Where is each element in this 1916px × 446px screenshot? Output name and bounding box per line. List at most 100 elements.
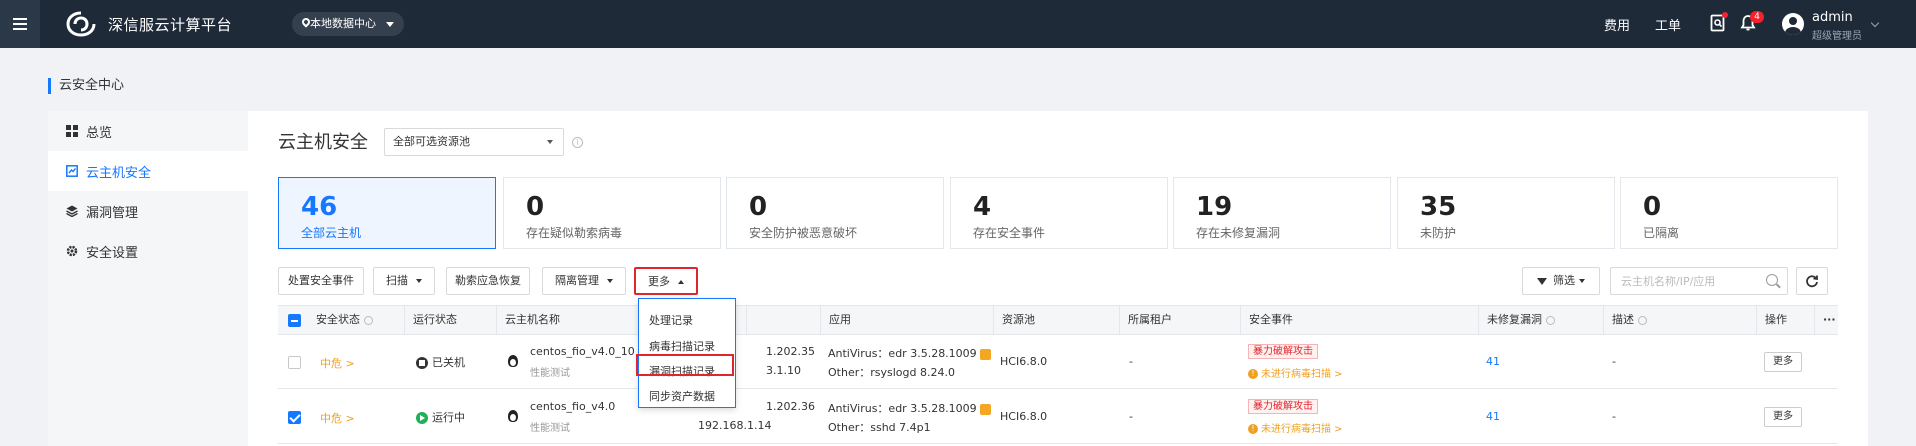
column-app[interactable]: 应用 bbox=[820, 306, 851, 334]
chevron-down-icon[interactable] bbox=[1870, 18, 1880, 28]
handle-events-button[interactable]: 处置安全事件 bbox=[278, 267, 364, 295]
stat-label: 存在疑似勒索病毒 bbox=[526, 226, 623, 240]
vuln-count-link[interactable]: 41 bbox=[1486, 410, 1500, 423]
funnel-icon bbox=[1537, 277, 1547, 285]
menu-item-sync-assets[interactable]: 同步资产数据 bbox=[649, 388, 715, 404]
row-more-button[interactable]: 更多 bbox=[1764, 352, 1802, 372]
sidebar-item-label: 云主机安全 bbox=[86, 165, 152, 181]
column-settings-ellipsis[interactable]: ··· bbox=[1814, 306, 1836, 334]
app-info: Other：sshd 7.4p1 bbox=[828, 421, 931, 434]
row-more-button[interactable]: 更多 bbox=[1764, 407, 1802, 427]
datacenter-label: 本地数据中心 bbox=[310, 17, 376, 30]
sidebar: 总览 云主机安全 漏洞管理 安全设置 bbox=[48, 111, 248, 446]
sidebar-item-label: 总览 bbox=[86, 125, 113, 141]
vm-name-link[interactable]: centos_fio_v4.0_10 bbox=[530, 345, 635, 358]
stat-value: 0 bbox=[749, 192, 768, 222]
stat-card-isolated[interactable]: 0 已隔离 bbox=[1620, 177, 1838, 249]
stat-card-ransomware[interactable]: 0 存在疑似勒索病毒 bbox=[503, 177, 721, 249]
table-row[interactable]: 中危 > 已关机 centos_fio_v4.0_10 性能测试 1.202.3… bbox=[278, 335, 1838, 389]
ransom-recovery-button[interactable]: 勒索应急恢复 bbox=[446, 267, 530, 295]
user-name[interactable]: admin bbox=[1812, 10, 1853, 25]
document-icon[interactable] bbox=[979, 403, 991, 415]
info-icon bbox=[1546, 315, 1555, 325]
column-label: 运行状态 bbox=[413, 313, 457, 326]
refresh-icon bbox=[1806, 275, 1818, 288]
column-label: 云主机名称 bbox=[505, 313, 560, 326]
search-icon[interactable] bbox=[1766, 274, 1778, 286]
app-title: 深信服云计算平台 bbox=[108, 16, 233, 34]
scan-warning-link[interactable]: ! 未进行病毒扫描 > bbox=[1248, 365, 1343, 380]
app-label: AntiVirus：edr 3.5.28.1009 bbox=[828, 347, 977, 360]
risk-level-link[interactable]: 中危 > bbox=[320, 410, 355, 426]
row-checkbox[interactable] bbox=[288, 356, 301, 369]
column-desc[interactable]: 描述 bbox=[1603, 306, 1647, 334]
user-role: 超级管理员 bbox=[1812, 31, 1862, 42]
resource-pool-value: 全部可选资源池 bbox=[393, 135, 470, 148]
sidebar-item-host-security[interactable]: 云主机安全 bbox=[48, 151, 248, 191]
run-status: 已关机 bbox=[416, 354, 465, 370]
column-vulns[interactable]: 未修复漏洞 bbox=[1478, 306, 1555, 334]
column-security-status[interactable]: 安全状态 bbox=[308, 306, 373, 334]
app-info: AntiVirus：edr 3.5.28.1009 bbox=[828, 345, 991, 361]
scan-warning-link[interactable]: ! 未进行病毒扫描 > bbox=[1248, 420, 1343, 435]
stat-value: 0 bbox=[1643, 192, 1662, 222]
button-label: 扫描 bbox=[386, 274, 408, 287]
stat-card-security-events[interactable]: 4 存在安全事件 bbox=[950, 177, 1168, 249]
event-tag[interactable]: 暴力破解攻击 bbox=[1248, 344, 1318, 359]
stat-card-protection-broken[interactable]: 0 安全防护被恶意破坏 bbox=[726, 177, 944, 249]
stat-card-all-hosts[interactable]: 46 全部云主机 bbox=[278, 177, 496, 249]
column-events[interactable]: 安全事件 bbox=[1240, 306, 1293, 334]
desc-value: - bbox=[1612, 410, 1616, 423]
app-label: AntiVirus：edr 3.5.28.1009 bbox=[828, 402, 977, 415]
table-header: 安全状态 运行状态 云主机名称 应用 资源池 所属租户 安全事件 未修复漏洞 描… bbox=[278, 305, 1838, 335]
page-title: 云主机安全 bbox=[278, 132, 368, 153]
tenant-value: - bbox=[1129, 410, 1133, 423]
pool-value: HCI6.8.0 bbox=[1000, 410, 1048, 423]
stat-label: 存在安全事件 bbox=[973, 226, 1046, 240]
stopped-icon bbox=[416, 357, 428, 369]
vuln-count-link[interactable]: 41 bbox=[1486, 355, 1500, 368]
menu-toggle-button[interactable] bbox=[0, 0, 40, 48]
ellipsis-icon: ··· bbox=[1823, 313, 1836, 326]
column-label: 应用 bbox=[829, 313, 851, 326]
isolation-button[interactable]: 隔离管理 bbox=[542, 267, 626, 295]
stat-card-unfixed-vulns[interactable]: 19 存在未修复漏洞 bbox=[1173, 177, 1391, 249]
select-all-checkbox[interactable] bbox=[288, 314, 301, 327]
run-status-label: 已关机 bbox=[432, 356, 465, 369]
search-input[interactable] bbox=[1610, 267, 1788, 295]
menu-item-virus-scan-records[interactable]: 病毒扫描记录 bbox=[649, 338, 715, 354]
cost-link[interactable]: 费用 bbox=[1604, 15, 1630, 34]
row-checkbox[interactable] bbox=[288, 411, 301, 424]
info-icon[interactable]: i bbox=[572, 137, 583, 148]
warning-label: 未进行病毒扫描 > bbox=[1261, 424, 1343, 435]
sidebar-item-overview[interactable]: 总览 bbox=[48, 111, 248, 151]
ticket-link[interactable]: 工单 bbox=[1655, 15, 1681, 34]
document-icon[interactable] bbox=[979, 348, 991, 360]
linux-icon bbox=[508, 410, 518, 422]
menu-item-handle-records[interactable]: 处理记录 bbox=[649, 312, 693, 328]
column-pool[interactable]: 资源池 bbox=[993, 306, 1035, 334]
column-vm-name[interactable]: 云主机名称 bbox=[496, 306, 560, 334]
resource-pool-select[interactable]: 全部可选资源池 bbox=[384, 128, 564, 156]
risk-level-link[interactable]: 中危 > bbox=[320, 355, 355, 371]
button-label: 处置安全事件 bbox=[288, 274, 354, 287]
column-label: 未修复漏洞 bbox=[1487, 313, 1542, 326]
avatar[interactable] bbox=[1782, 13, 1804, 35]
filter-button[interactable]: 筛选 bbox=[1522, 267, 1600, 295]
shield-host-icon bbox=[66, 165, 78, 177]
stat-card-unprotected[interactable]: 35 未防护 bbox=[1397, 177, 1615, 249]
warning-icon: ! bbox=[1248, 369, 1258, 379]
refresh-button[interactable] bbox=[1796, 267, 1828, 295]
event-tag[interactable]: 暴力破解攻击 bbox=[1248, 399, 1318, 414]
sidebar-item-security-settings[interactable]: 安全设置 bbox=[48, 231, 248, 271]
column-label: 操作 bbox=[1765, 313, 1787, 326]
vm-name-link[interactable]: centos_fio_v4.0 bbox=[530, 400, 615, 413]
sidebar-item-vuln-management[interactable]: 漏洞管理 bbox=[48, 191, 248, 231]
sidebar-item-label: 安全设置 bbox=[86, 245, 139, 261]
column-tenant[interactable]: 所属租户 bbox=[1119, 306, 1172, 334]
scan-button[interactable]: 扫描 bbox=[373, 267, 435, 295]
more-button[interactable]: 更多 bbox=[634, 267, 698, 295]
table-row[interactable]: 中危 > 运行中 centos_fio_v4.0 性能测试 1.202.36 1… bbox=[278, 390, 1838, 444]
column-run-status[interactable]: 运行状态 bbox=[404, 306, 457, 334]
datacenter-select[interactable]: 本地数据中心 bbox=[292, 12, 404, 36]
